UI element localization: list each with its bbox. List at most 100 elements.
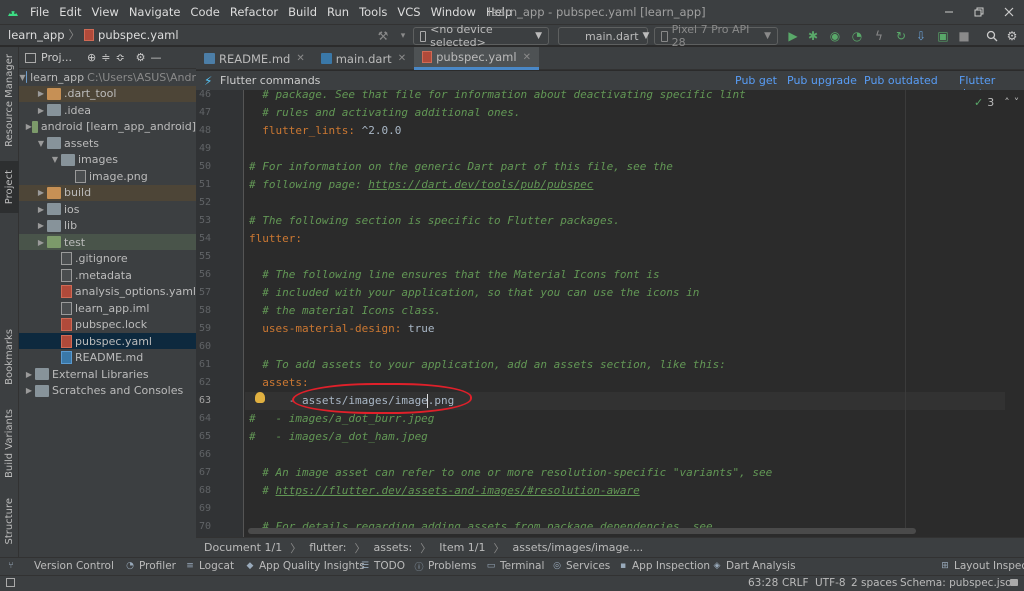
code-line[interactable]: # - images/a_dot_ham.jpeg [245, 428, 1005, 446]
minimize-button[interactable] [934, 0, 964, 24]
sync-project-icon[interactable]: ⇩ [914, 29, 928, 43]
settings-gear-icon[interactable]: ⚙ [136, 51, 146, 64]
tree-item[interactable]: analysis_options.yaml [19, 284, 196, 300]
menu-window[interactable]: Window [427, 5, 480, 19]
close-tab-icon[interactable]: ✕ [296, 53, 304, 64]
lock-icon[interactable] [1010, 579, 1018, 586]
pub-get-link[interactable]: Pub get [735, 74, 777, 87]
chevron-right-icon[interactable]: ▶ [35, 238, 47, 247]
tab-project[interactable]: Project [0, 161, 19, 213]
chevron-down-icon[interactable]: ▼ [19, 73, 25, 82]
tool-profiler[interactable]: ◔ Profiler [125, 560, 176, 572]
tab-structure[interactable]: Structure [0, 491, 19, 551]
tree-item[interactable]: .metadata [19, 267, 196, 283]
menu-view[interactable]: View [88, 5, 123, 19]
indent-setting[interactable]: 2 spaces [851, 577, 897, 589]
menu-run[interactable]: Run [323, 5, 353, 19]
hot-reload-icon[interactable]: ϟ [872, 29, 886, 43]
tree-item[interactable]: ▶ .idea [19, 102, 196, 118]
chevron-down-icon[interactable]: ▼ [35, 139, 47, 148]
menu-build[interactable]: Build [284, 5, 321, 19]
chevron-right-icon[interactable]: ▶ [23, 386, 35, 395]
close-tab-icon[interactable]: ✕ [398, 53, 406, 64]
file-encoding[interactable]: UTF-8 [815, 577, 846, 589]
menu-refactor[interactable]: Refactor [226, 5, 282, 19]
tab-pubspec-yaml[interactable]: pubspec.yaml ✕ [414, 47, 539, 70]
tab-build-variants[interactable]: Build Variants [0, 403, 19, 483]
json-schema[interactable]: Schema: pubspec.json [900, 577, 1018, 589]
code-line[interactable]: # the material Icons class. [245, 302, 1005, 320]
tool-terminal[interactable]: ▭ Terminal [486, 560, 545, 572]
chevron-right-icon[interactable]: ▶ [35, 89, 47, 98]
code-line[interactable] [245, 248, 1005, 266]
profile-icon[interactable]: ◔ [850, 29, 864, 43]
lightbulb-icon[interactable] [255, 392, 265, 403]
horizontal-scrollbar[interactable] [248, 528, 916, 534]
tool-todo[interactable]: ☰ TODO [360, 560, 405, 572]
tree-item[interactable]: learn_app.iml [19, 300, 196, 316]
hammer-build-icon[interactable]: ⚒ [376, 29, 390, 43]
tree-item[interactable]: image.png [19, 168, 196, 184]
tab-bookmarks[interactable]: Bookmarks [0, 325, 19, 389]
close-window-button[interactable] [994, 0, 1024, 24]
tab-readme[interactable]: README.md ✕ [196, 47, 313, 70]
chevron-down-icon[interactable]: ˅ [1014, 96, 1020, 109]
device-manager-icon[interactable]: ▣ [936, 29, 950, 43]
run-icon[interactable]: ▶ [786, 29, 800, 43]
code-line[interactable] [245, 140, 1005, 158]
expand-all-icon[interactable]: ≎ [115, 51, 124, 64]
menu-edit[interactable]: Edit [55, 5, 85, 19]
code-line[interactable]: # To add assets to your application, add… [245, 356, 1005, 374]
run-config-selector[interactable]: main.dart ▼ [558, 27, 649, 45]
code-line[interactable] [245, 500, 1005, 518]
collapse-all-icon[interactable]: ≑ [101, 51, 110, 64]
chevron-right-icon[interactable]: ▶ [23, 370, 35, 379]
tree-item[interactable]: pubspec.yaml [19, 333, 196, 349]
hide-panel-icon[interactable]: — [151, 51, 162, 64]
tree-item[interactable]: ▶ lib [19, 218, 196, 234]
debug-icon[interactable]: ✱ [806, 29, 820, 43]
tree-item[interactable]: ▶ External Libraries [19, 366, 196, 382]
code-line[interactable]: flutter: [245, 230, 1005, 248]
tab-resource-manager[interactable]: Resource Manager [0, 51, 19, 149]
code-line[interactable] [245, 446, 1005, 464]
pub-outdated-link[interactable]: Pub outdated [864, 74, 938, 87]
tree-item[interactable]: README.md [19, 350, 196, 366]
code-line[interactable]: # rules and activating additional ones. [245, 104, 1005, 122]
tool-problems[interactable]: ⓘ Problems [414, 560, 476, 573]
editor-crumb-flutter[interactable]: flutter: [309, 541, 346, 554]
device-selector[interactable]: <no device selected> ▼ [413, 23, 549, 49]
code-line[interactable] [245, 194, 1005, 212]
run-with-coverage-icon[interactable]: ◉ [828, 29, 842, 43]
tree-item[interactable]: .gitignore [19, 251, 196, 267]
code-line[interactable]: # The following section is specific to F… [245, 212, 1005, 230]
tree-item[interactable]: pubspec.lock [19, 317, 196, 333]
code-line[interactable]: uses-material-design: true [245, 320, 1005, 338]
code-line[interactable]: # An image asset can refer to one or mor… [245, 464, 1005, 482]
tab-main-dart[interactable]: main.dart ✕ [313, 47, 414, 70]
tree-item[interactable]: ▶ android [learn_app_android] [19, 119, 196, 135]
tool-layout-inspector[interactable]: ⊞ Layout Inspector [940, 560, 1024, 572]
menu-code[interactable]: Code [186, 5, 223, 19]
code-line[interactable]: # For information on the generic Dart pa… [245, 158, 1005, 176]
menu-tools[interactable]: Tools [355, 5, 391, 19]
cursor-position[interactable]: 63:28 [748, 577, 778, 589]
code-line[interactable] [245, 338, 1005, 356]
locate-file-icon[interactable]: ⊕ [87, 51, 96, 64]
hot-restart-icon[interactable]: ↻ [894, 29, 908, 43]
editor-crumb-value[interactable]: assets/images/image.... [513, 541, 644, 554]
code-line[interactable]: flutter_lints: ^2.0.0 [245, 122, 1005, 140]
tree-item[interactable]: ▶ Scratches and Consoles [19, 383, 196, 399]
chevron-down-icon[interactable]: ▼ [49, 155, 61, 164]
breadcrumb-project[interactable]: learn_app [8, 28, 65, 42]
stop-icon[interactable]: ■ [957, 29, 971, 43]
status-panel-toggle-icon[interactable] [6, 578, 15, 587]
tool-version-control[interactable]: ⑂ Version Control [6, 560, 114, 572]
search-everywhere-icon[interactable] [985, 29, 999, 43]
menu-vcs[interactable]: VCS [393, 5, 424, 19]
emulator-selector[interactable]: Pixel 7 Pro API 28 ▼ [654, 23, 778, 49]
breadcrumb-file[interactable]: pubspec.yaml [98, 28, 178, 42]
tree-item[interactable]: ▼ assets [19, 135, 196, 151]
tree-item[interactable]: ▶ ios [19, 201, 196, 217]
menu-file[interactable]: File [26, 5, 53, 19]
